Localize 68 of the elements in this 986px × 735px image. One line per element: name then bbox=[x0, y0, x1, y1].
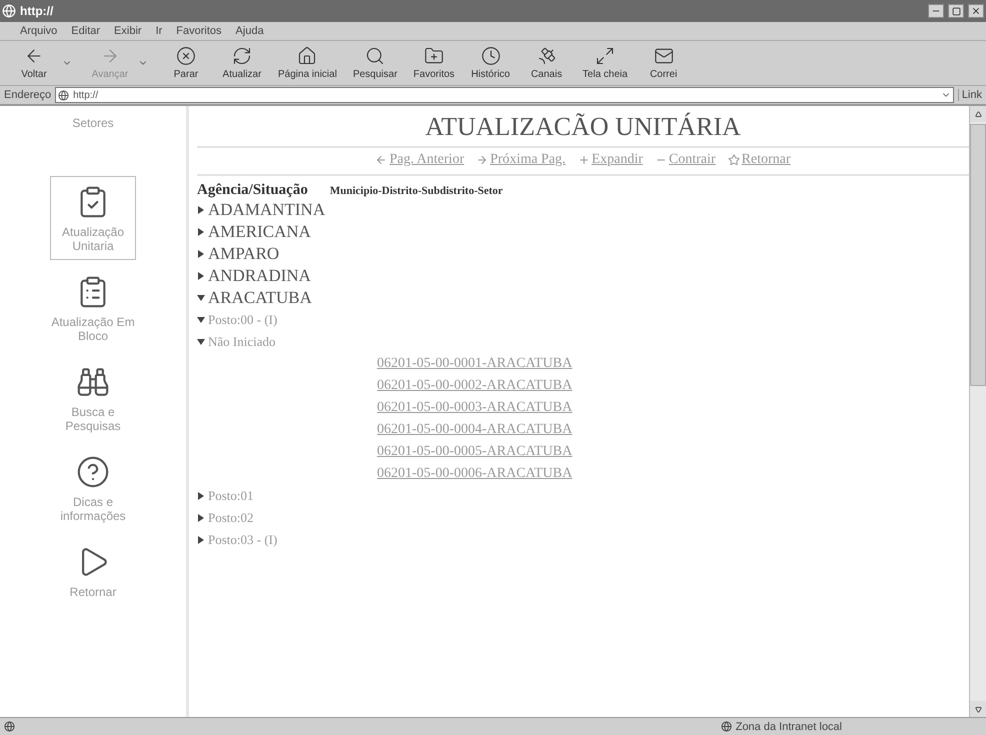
browser-icon bbox=[2, 4, 16, 18]
menu-item[interactable]: Favoritos bbox=[176, 25, 222, 37]
zone-icon bbox=[720, 721, 732, 732]
agency-node[interactable]: AMPARO bbox=[197, 244, 280, 264]
help-icon bbox=[76, 455, 110, 489]
collapsed-triangle-icon[interactable] bbox=[197, 492, 205, 500]
toolbar-button[interactable]: Canais bbox=[518, 46, 575, 80]
sidebar-title: Setores bbox=[72, 116, 114, 130]
menu-item[interactable]: Ajuda bbox=[236, 25, 264, 37]
menu-item[interactable]: Ir bbox=[156, 25, 162, 37]
expanded-triangle-icon[interactable] bbox=[197, 294, 205, 302]
toolbar-button[interactable]: Voltar bbox=[6, 46, 62, 80]
collapsed-triangle-icon[interactable] bbox=[197, 536, 205, 544]
address-label: Endereço bbox=[4, 89, 52, 101]
address-field[interactable]: http:// bbox=[55, 87, 954, 103]
arrow-right-icon bbox=[476, 154, 488, 166]
collapsed-triangle-icon[interactable] bbox=[197, 228, 205, 236]
fullscreen-icon bbox=[595, 46, 616, 66]
toolbar-button[interactable]: Atualizar bbox=[214, 46, 270, 80]
window-title: http:// bbox=[20, 4, 54, 18]
down-arrow-icon bbox=[974, 706, 982, 712]
up-arrow-icon bbox=[974, 110, 982, 118]
maximize-icon bbox=[952, 6, 960, 16]
maximize-button[interactable] bbox=[948, 4, 964, 18]
menu-item[interactable]: Exibir bbox=[114, 25, 142, 37]
star-icon bbox=[728, 154, 740, 166]
minimize-button[interactable] bbox=[928, 4, 944, 18]
collapsed-triangle-icon[interactable] bbox=[197, 514, 205, 522]
search-icon bbox=[365, 46, 386, 66]
toolbar-button[interactable]: Correi bbox=[636, 46, 692, 80]
expanded-triangle-icon[interactable] bbox=[197, 316, 205, 324]
expanded-triangle-icon[interactable] bbox=[197, 338, 205, 346]
page-icon bbox=[58, 90, 70, 100]
scroll-down-button[interactable] bbox=[970, 701, 986, 717]
agency-node[interactable]: ARACATUBA bbox=[197, 288, 312, 308]
column-header: Agência/Situação bbox=[197, 182, 308, 199]
scroll-up-button[interactable] bbox=[970, 106, 986, 122]
close-icon bbox=[971, 6, 981, 16]
agency-node[interactable]: ANDRADINA bbox=[197, 266, 311, 286]
refresh-icon bbox=[232, 46, 252, 66]
stop-icon bbox=[176, 46, 196, 66]
collapsed-triangle-icon[interactable] bbox=[197, 250, 205, 258]
toolbar-button[interactable]: Parar bbox=[158, 46, 214, 80]
home-icon bbox=[297, 46, 318, 66]
menu-item[interactable]: Editar bbox=[71, 25, 100, 37]
mail-icon bbox=[654, 46, 674, 66]
plus-icon bbox=[578, 154, 590, 166]
links-label[interactable]: Link bbox=[958, 89, 982, 101]
collapsed-triangle-icon[interactable] bbox=[197, 272, 205, 280]
close-button[interactable] bbox=[968, 4, 984, 18]
toolbar-button[interactable]: Histórico bbox=[462, 46, 519, 80]
clock-icon bbox=[480, 46, 501, 66]
menu-item[interactable]: Arquivo bbox=[20, 25, 58, 37]
agency-node[interactable]: ADAMANTINA bbox=[197, 200, 326, 220]
column-header: Municipio-Distrito-Subdistrito-Setor bbox=[330, 184, 503, 199]
arrow-left-icon bbox=[375, 154, 388, 166]
zone-label: Zona da Intranet local bbox=[736, 720, 842, 732]
agency-node[interactable]: AMERICANA bbox=[197, 222, 311, 242]
page-status-icon bbox=[4, 721, 15, 732]
scrollbar-thumb[interactable] bbox=[970, 124, 986, 386]
toolbar-button[interactable]: Pesquisar bbox=[344, 46, 406, 80]
page-title: ATUALIZACÃO UNITÁRIA bbox=[197, 106, 969, 148]
toolbar-button[interactable]: Tela cheia bbox=[574, 46, 636, 80]
toolbar-button[interactable]: Favoritos bbox=[405, 46, 463, 80]
collapsed-triangle-icon[interactable] bbox=[197, 206, 205, 214]
toolbar-button[interactable]: Página inicial bbox=[270, 46, 345, 80]
folder-plus-icon bbox=[424, 46, 444, 66]
binoculars-icon bbox=[76, 365, 110, 399]
